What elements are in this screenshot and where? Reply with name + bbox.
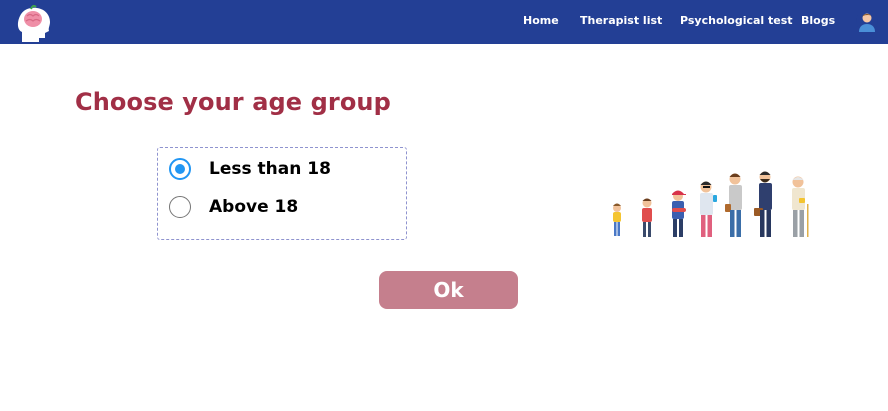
option-label: Less than 18 [209,159,331,179]
radio-above-18[interactable] [169,196,191,218]
age-group-options: Less than 18 Above 18 [157,147,407,240]
option-label: Above 18 [209,197,299,217]
nav-link-home[interactable]: Home [523,14,559,27]
option-less-than-18[interactable]: Less than 18 [169,157,399,183]
nav-link-blogs[interactable]: Blogs [801,14,835,27]
nav-links: Home Therapist list Psychological test B… [0,0,888,44]
ok-button[interactable]: Ok [379,271,518,309]
page-title: Choose your age group [75,88,391,116]
radio-less-than-18[interactable] [169,158,191,180]
nav-link-psychological-test[interactable]: Psychological test [680,14,793,27]
option-above-18[interactable]: Above 18 [169,195,399,221]
nav-link-therapist-list[interactable]: Therapist list [580,14,662,27]
user-avatar-icon[interactable] [856,10,878,32]
age-progression-people-illustration [613,171,809,237]
navbar: Home Therapist list Psychological test B… [0,0,888,44]
